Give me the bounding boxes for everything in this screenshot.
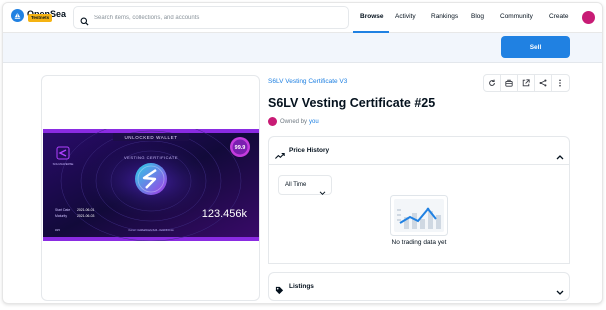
top-navbar: OpenSea Testnets Browse Activity Ranking… [3,3,602,33]
search-input[interactable] [94,10,344,26]
sell-button[interactable]: Sell [501,36,570,58]
nft-image-card: UNLOCKED WALLET 99.9 SOLUNAVERSE VESTING… [41,75,260,301]
image-amount: 123.456k [202,208,248,220]
nav-create[interactable]: Create [549,13,569,20]
collection-link[interactable]: S6LV Vesting Certificate V3 [268,78,347,85]
profile-avatar[interactable] [582,11,595,24]
transfer-icon [505,79,513,87]
nft-title: S6LV Vesting Certificate #25 [268,96,436,110]
browser-window: OpenSea Testnets Browse Activity Ranking… [2,2,603,304]
chevron-down-icon [319,183,326,201]
external-link-button[interactable] [518,75,535,91]
search-bar[interactable] [73,6,349,29]
image-badge-value: 99.9 [235,145,246,151]
transfer-button[interactable] [501,75,518,91]
listings-panel[interactable]: Listings [268,272,570,301]
search-icon [80,13,89,31]
no-trading-data-text: No trading data yet [391,239,447,246]
refresh-icon [489,79,495,86]
item-action-buttons [483,74,570,92]
listings-title: Listings [289,283,314,290]
nft-image[interactable]: UNLOCKED WALLET 99.9 SOLUNAVERSE VESTING… [43,129,259,241]
opensea-logo-icon [11,9,24,22]
price-history-header[interactable]: Price History [269,137,569,165]
time-filter-value: All Time [285,182,307,188]
nav-activity[interactable]: Activity [395,13,416,20]
testnets-badge: Testnets [28,14,53,22]
image-certificate-label: VESTING CERTIFICATE [124,155,178,160]
price-history-panel: Price History All Time No trading data y… [268,136,570,264]
nav-community[interactable]: Community [500,13,533,20]
image-maturity-label: Maturity [55,214,67,218]
owner-avatar[interactable] [268,117,277,126]
share-icon [539,79,547,87]
owner-link[interactable]: you [309,119,319,125]
image-logo-label: SOLUNAVERSE [53,162,74,166]
image-maturity-value: 2021-06-03 [77,214,94,218]
price-history-title: Price History [289,147,330,154]
more-icon [559,79,562,87]
share-button[interactable] [535,75,552,91]
image-owner-line: Owner: 0x98a804e6c6d6...ffe8d3b1bde [128,228,174,232]
image-start-label: Start Date [55,208,70,212]
time-filter-select[interactable]: All Time [278,175,332,196]
owner-row: Owned by you [268,117,319,126]
nav-browse[interactable]: Browse [360,13,383,20]
image-top-banner: UNLOCKED WALLET [124,135,177,140]
more-options-button[interactable] [552,75,569,91]
tag-icon [275,282,284,300]
nav-rankings[interactable]: Rankings [431,13,458,20]
chevron-up-icon[interactable] [556,147,564,165]
trending-chart-icon [275,147,285,165]
chevron-down-icon[interactable] [556,283,564,301]
image-start-value: 2021-06-01 [77,208,94,212]
refresh-button[interactable] [484,75,501,91]
external-link-icon [522,79,530,87]
owner-action-bar: Sell [3,33,602,63]
empty-chart-illustration-icon [390,195,448,236]
owned-by-label: Owned by [280,118,308,125]
nav-blog[interactable]: Blog [471,13,484,20]
image-token-id: #25 [55,228,60,232]
